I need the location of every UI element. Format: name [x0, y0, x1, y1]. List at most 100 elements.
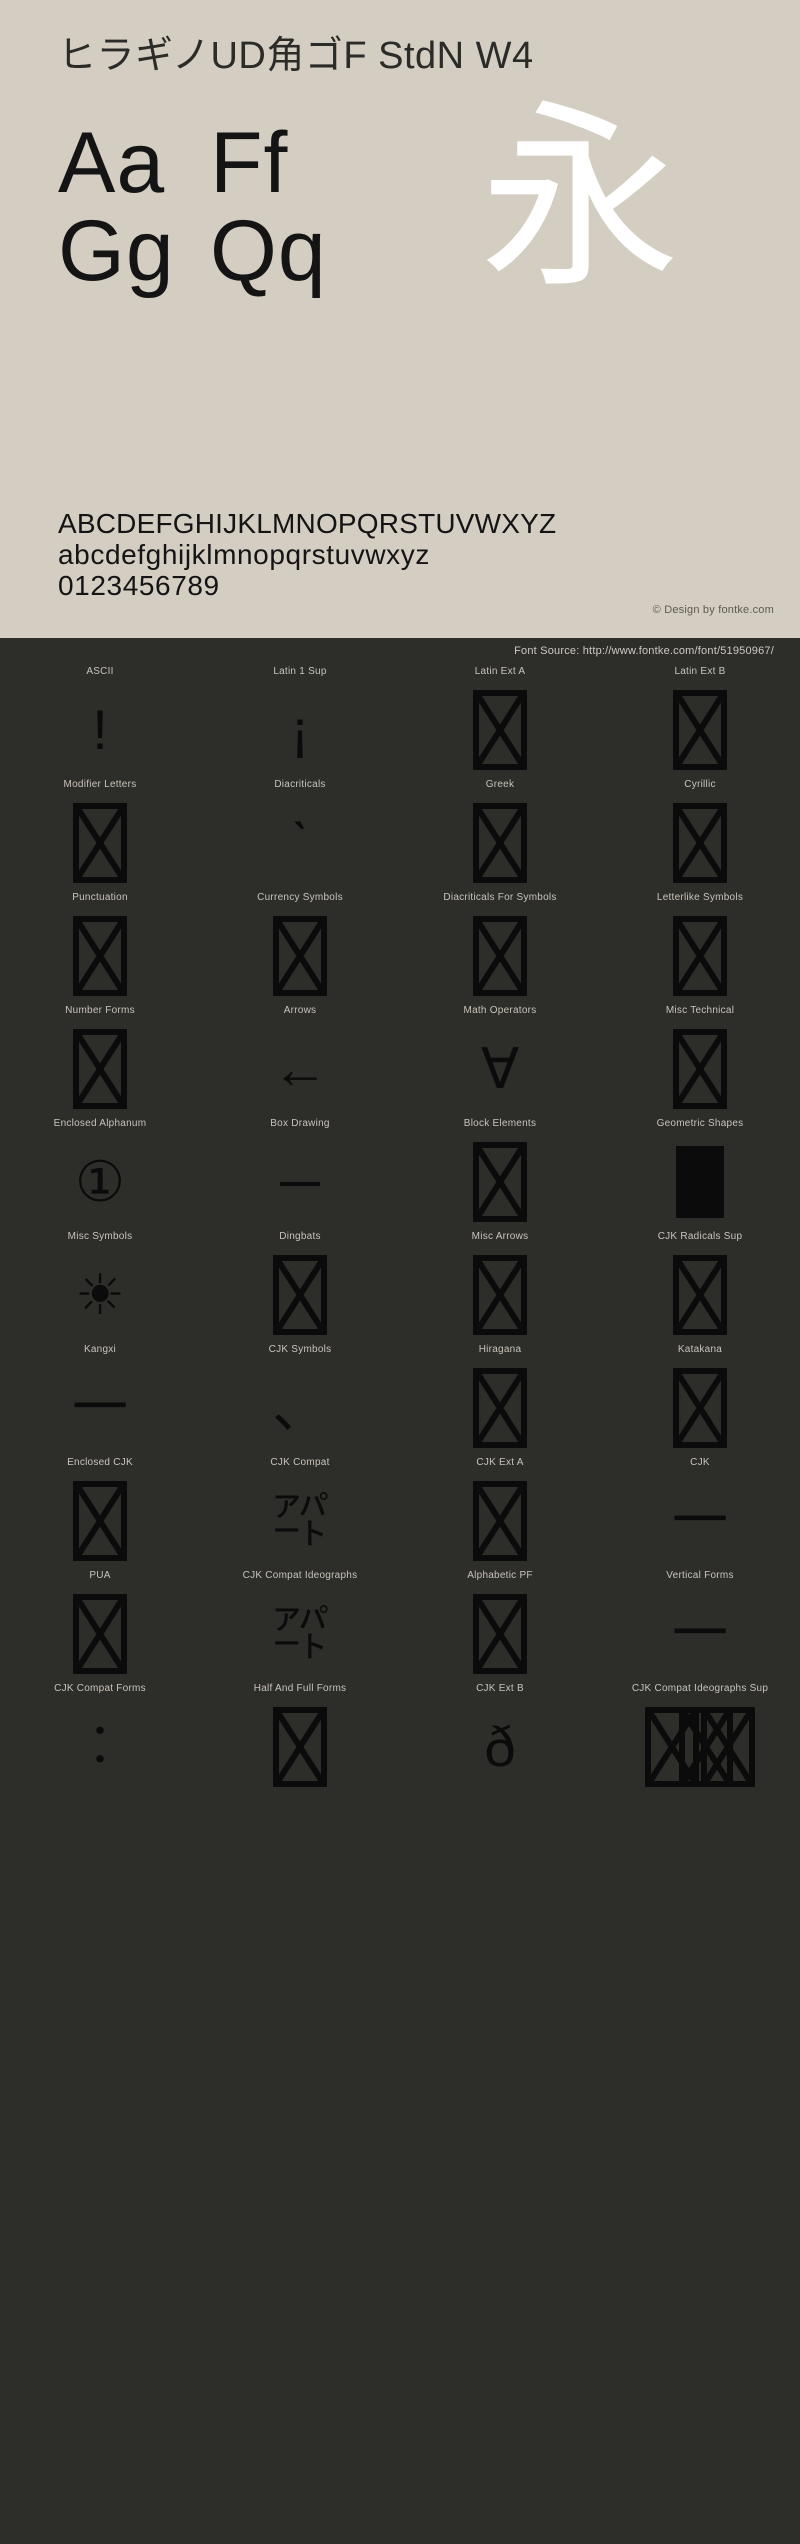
unicode-block-glyph: ! [0, 682, 200, 777]
unicode-block-glyph [200, 1247, 400, 1342]
unicode-block-label: Enclosed CJK [67, 1457, 133, 1468]
unicode-block-label: CJK Ext B [476, 1683, 524, 1694]
unicode-block-cell: CJK Symbols 、 [200, 1342, 400, 1455]
unicode-block-glyph [400, 795, 600, 890]
unicode-block-glyph [400, 682, 600, 777]
uppercase-line: ABCDEFGHIJKLMNOPQRSTUVWXYZ [58, 508, 557, 539]
unicode-block-label: CJK Compat Ideographs Sup [631, 1683, 769, 1694]
unicode-block-glyph: 、 [200, 1360, 400, 1455]
unicode-block-cell: CJK Compat Ideographs Sup [600, 1681, 800, 1794]
unicode-block-cell: CJK Ext B ð [400, 1681, 600, 1794]
unicode-block-cell: Greek [400, 777, 600, 890]
unicode-block-label: Vertical Forms [666, 1570, 734, 1581]
unicode-block-glyph: ㌀ [200, 1473, 400, 1568]
unicode-block-glyph [600, 795, 800, 890]
unicode-block-label: Currency Symbols [257, 892, 343, 903]
unicode-block-label: CJK Ext A [476, 1457, 524, 1468]
unicode-block-glyph: ① [0, 1134, 200, 1229]
unicode-block-cell: Enclosed Alphanum ① [0, 1116, 200, 1229]
unicode-block-cell: Modifier Letters [0, 777, 200, 890]
unicode-block-label: CJK Radicals Sup [657, 1231, 743, 1242]
glyph-character: ∀ [480, 1036, 520, 1100]
unicode-block-glyph [600, 1021, 800, 1116]
unicode-block-cell: Currency Symbols [200, 890, 400, 1003]
unicode-block-label: Block Elements [463, 1118, 537, 1129]
unicode-block-glyph: ¡ [200, 682, 400, 777]
unicode-block-glyph [600, 1360, 800, 1455]
sample-glyph-ff: Ff [210, 115, 289, 211]
glyph-character: ! [92, 697, 108, 761]
unicode-block-glyph [400, 908, 600, 1003]
unicode-block-glyph: ︰ [0, 1699, 200, 1794]
unicode-block-glyph [400, 1586, 600, 1681]
page-title: ヒラギノUD角ゴF StdN W4 [58, 35, 534, 77]
glyph-character: ⼀ [72, 1375, 128, 1439]
unicode-block-glyph: ─ [200, 1134, 400, 1229]
digits-line: 0123456789 [58, 570, 220, 601]
unicode-block-cell: Punctuation [0, 890, 200, 1003]
font-specimen-page: ヒラギノUD角ゴF StdN W4 Aa Ff Gg Qq 永 ABCDEFGH… [0, 0, 800, 2544]
alphabet-block: ABCDEFGHIJKLMNOPQRSTUVWXYZ abcdefghijklm… [58, 508, 556, 601]
unicode-block-cell: Math Operators ∀ [400, 1003, 600, 1116]
unicode-block-cell: CJK Compat Forms ︰ [0, 1681, 200, 1794]
unicode-block-label: Misc Technical [665, 1005, 735, 1016]
unicode-block-grid: ASCII! Latin 1 Sup ¡ Latin Ext A Latin Ext B… [0, 664, 800, 1794]
unicode-block-cell: Enclosed CJK [0, 1455, 200, 1568]
glyph-character: ð [484, 1714, 516, 1778]
unicode-block-label: Dingbats [279, 1231, 321, 1242]
unicode-block-cell: ASCII! [0, 664, 200, 777]
unicode-block-cell: Katakana [600, 1342, 800, 1455]
kanji-sample-glyph: 永 [480, 88, 681, 311]
unicode-block-glyph: ð [400, 1699, 600, 1794]
unicode-block-glyph: 一 [600, 1586, 800, 1681]
unicode-block-cell: Misc Symbols ☀ [0, 1229, 200, 1342]
unicode-block-cell: Geometric Shapes [600, 1116, 800, 1229]
unicode-block-glyph [0, 1021, 200, 1116]
unicode-block-label: Modifier Letters [63, 779, 137, 790]
unicode-block-glyph [0, 908, 200, 1003]
unicode-block-glyph: ⼀ [0, 1360, 200, 1455]
unicode-block-label: Half And Full Forms [253, 1683, 347, 1694]
glyph-character: ︰ [72, 1714, 128, 1778]
unicode-block-cell: Kangxi ⼀ [0, 1342, 200, 1455]
unicode-block-cell: CJK Compat Ideographs ㌀ [200, 1568, 400, 1681]
unicode-block-label: Number Forms [65, 1005, 135, 1016]
unicode-block-cell: Number Forms [0, 1003, 200, 1116]
glyph-character: ¡ [290, 697, 310, 761]
unicode-block-cell: Latin Ext A [400, 664, 600, 777]
specimen-panel: ヒラギノUD角ゴF StdN W4 Aa Ff Gg Qq 永 ABCDEFGH… [0, 0, 800, 638]
unicode-block-label: Misc Symbols [67, 1231, 133, 1242]
unicode-block-cell: Letterlike Symbols [600, 890, 800, 1003]
unicode-block-label: ASCII [86, 666, 114, 677]
unicode-block-cell: Alphabetic PF [400, 1568, 600, 1681]
unicode-block-label: Box Drawing [270, 1118, 330, 1129]
unicode-block-cell: CJK Ext A [400, 1455, 600, 1568]
unicode-block-glyph [600, 1134, 800, 1229]
unicode-block-glyph: 一 [600, 1473, 800, 1568]
unicode-block-cell: Diacriticals For Symbols [400, 890, 600, 1003]
glyph-character: 、 [272, 1375, 328, 1439]
unicode-block-label: Greek [485, 779, 515, 790]
unicode-block-label: Punctuation [72, 892, 128, 903]
copyright-text: © Design by fontke.com [652, 604, 774, 616]
glyph-character: ─ [280, 1149, 320, 1213]
unicode-block-label: Alphabetic PF [467, 1570, 533, 1581]
unicode-block-glyph [0, 795, 200, 890]
unicode-block-label: Diacriticals For Symbols [443, 892, 557, 903]
unicode-block-glyph [400, 1134, 600, 1229]
unicode-block-cell: Half And Full Forms [200, 1681, 400, 1794]
unicode-block-label: Misc Arrows [471, 1231, 529, 1242]
unicode-block-cell: Block Elements [400, 1116, 600, 1229]
unicode-block-glyph: ☀ [0, 1247, 200, 1342]
glyph-character: ← [272, 1036, 328, 1100]
glyph-character: 一 [672, 1601, 728, 1665]
unicode-block-cell: Vertical Forms 一 [600, 1568, 800, 1681]
unicode-block-glyph [600, 682, 800, 777]
glyph-character: 一 [672, 1488, 728, 1552]
glyph-character: ☀ [74, 1262, 126, 1326]
unicode-block-label: PUA [89, 1570, 111, 1581]
sample-glyph-aa: Aa [58, 115, 166, 211]
unicode-block-cell: CJK 一 [600, 1455, 800, 1568]
unicode-block-cell: Arrows ← [200, 1003, 400, 1116]
glyph-character: ㌀ [272, 1488, 328, 1552]
